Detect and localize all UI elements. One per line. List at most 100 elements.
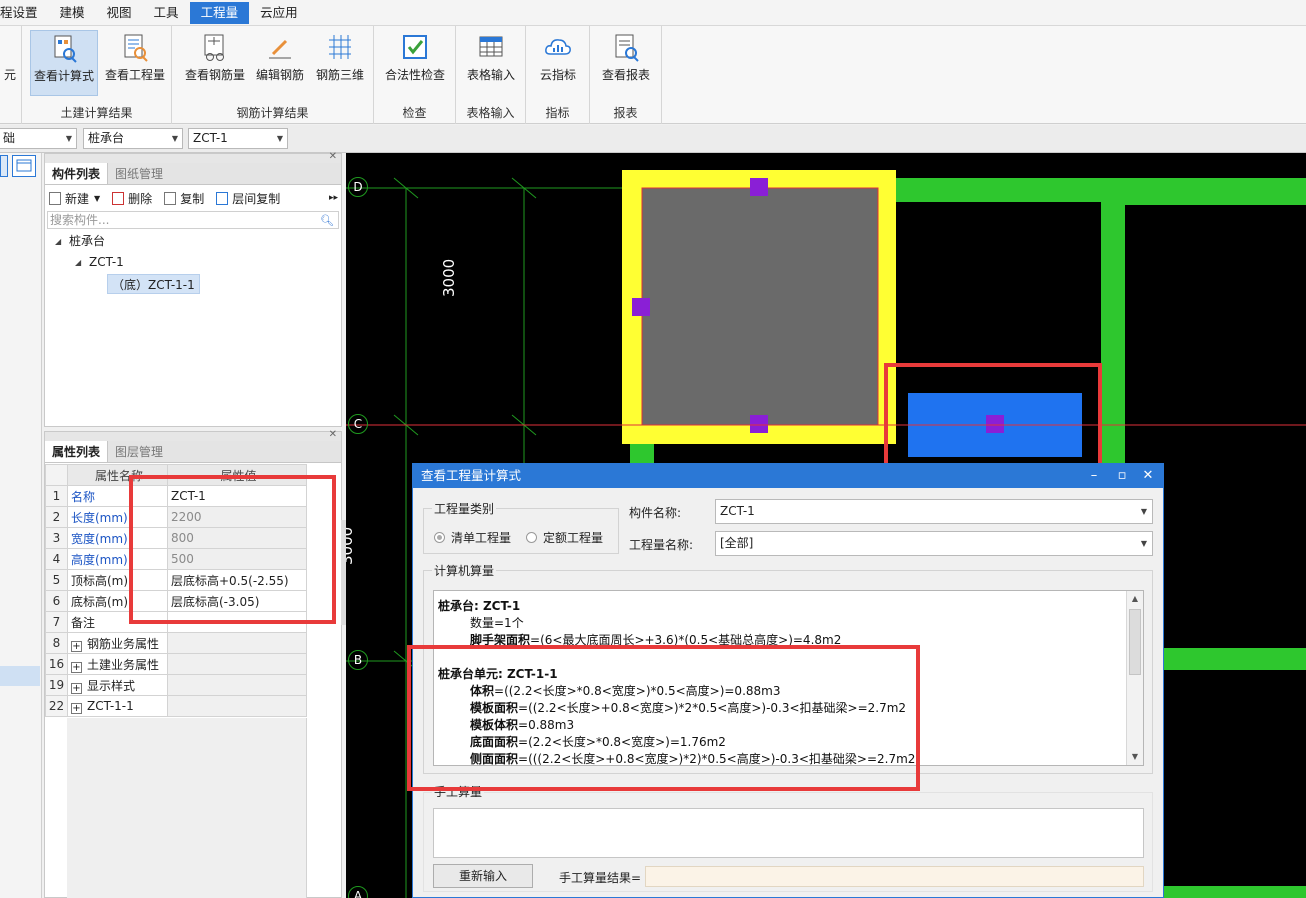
table-icon bbox=[479, 36, 503, 57]
group-label-index: 指标 bbox=[545, 106, 570, 120]
ribbon-group-report: 查看报表 报表 bbox=[590, 26, 662, 124]
rebar-3d-button[interactable]: 钢筋三维 bbox=[312, 30, 368, 96]
floor-copy-button[interactable]: 层间复制 bbox=[216, 190, 280, 207]
minimize-icon[interactable]: – bbox=[1081, 464, 1107, 488]
ribbon-group-table-input: 表格输入 表格输入 bbox=[456, 26, 526, 124]
reenter-button[interactable]: 重新输入 bbox=[433, 864, 533, 888]
scroll-up-icon[interactable]: ▲ bbox=[1127, 591, 1143, 607]
tab-layer-management[interactable]: 图层管理 bbox=[108, 441, 170, 462]
floor-select[interactable]: 础 ▼ bbox=[0, 128, 77, 149]
ribbon-group-rebar-results: 查看钢筋量 编辑钢筋 钢筋三维 钢筋计算结果 bbox=[172, 26, 374, 124]
strip-selected-item[interactable] bbox=[0, 666, 40, 686]
more-icon[interactable]: ▸▸ bbox=[329, 193, 338, 203]
component-select[interactable]: ZCT-1 ▼ bbox=[188, 128, 288, 149]
partial-button[interactable]: 元 bbox=[0, 30, 20, 96]
quantity-name-select[interactable]: [全部] ▼ bbox=[715, 531, 1153, 556]
floor-copy-icon bbox=[216, 191, 229, 205]
table-row[interactable]: 22 + ZCT-1-1 bbox=[45, 695, 307, 717]
expand-icon[interactable]: ◢ bbox=[75, 252, 81, 273]
component-name-select[interactable]: ZCT-1 ▼ bbox=[715, 499, 1153, 524]
tab-drawing-management[interactable]: 图纸管理 bbox=[108, 163, 170, 184]
new-icon bbox=[49, 191, 61, 205]
strip-button[interactable] bbox=[0, 155, 8, 177]
quantity-view-icon bbox=[124, 34, 148, 62]
axis-label-c: C bbox=[348, 414, 368, 434]
table-input-button[interactable]: 表格输入 bbox=[462, 30, 520, 96]
cloud-icon bbox=[545, 39, 571, 55]
edit-rebar-button[interactable]: 编辑钢筋 bbox=[252, 30, 308, 96]
partial-icon bbox=[3, 32, 17, 62]
menu-bar: 程设置 建模 视图 工具 工程量 云应用 bbox=[0, 0, 1306, 26]
table-row[interactable]: 19 + 显示样式 bbox=[45, 674, 307, 696]
view-report-button[interactable]: 查看报表 bbox=[596, 30, 656, 96]
tree-item-pile-cap[interactable]: ◢ 桩承台 bbox=[45, 231, 341, 252]
menu-modeling[interactable]: 建模 bbox=[49, 2, 96, 24]
cloud-index-button[interactable]: 云指标 bbox=[532, 30, 584, 96]
table-row[interactable]: 16 + 土建业务属性 bbox=[45, 653, 307, 675]
new-button[interactable]: 新建 ▼ bbox=[49, 190, 100, 207]
table-row[interactable]: 8 + 钢筋业务属性 bbox=[45, 632, 307, 654]
radio-norm-quantity[interactable]: 定额工程量 bbox=[526, 529, 603, 546]
radio-icon bbox=[434, 532, 445, 543]
tree-item-zct-1[interactable]: ◢ ZCT-1 bbox=[45, 252, 341, 273]
view-formula-button[interactable]: 查看计算式 bbox=[30, 30, 98, 96]
grip-point bbox=[750, 178, 768, 196]
menu-project-settings[interactable]: 程设置 bbox=[0, 2, 49, 24]
menu-tools[interactable]: 工具 bbox=[143, 2, 190, 24]
grip-point bbox=[632, 298, 650, 316]
annotation-highlight-calc bbox=[407, 645, 920, 791]
expand-plus-icon[interactable]: + bbox=[71, 640, 82, 652]
tab-property-list[interactable]: 属性列表 bbox=[45, 441, 109, 462]
manual-calc-input[interactable] bbox=[433, 808, 1144, 858]
component-search-input[interactable]: 搜索构件... 🔍︎ bbox=[47, 211, 339, 229]
tree-item-zct-1-1[interactable]: （底）ZCT-1-1 bbox=[45, 273, 341, 294]
grip-point bbox=[750, 415, 768, 433]
maximize-icon[interactable]: ▫ bbox=[1109, 464, 1135, 488]
type-select[interactable]: 桩承台 ▼ bbox=[83, 128, 183, 149]
chevron-down-icon: ▼ bbox=[1140, 539, 1147, 548]
component-name-label: 构件名称: bbox=[629, 506, 682, 520]
copy-button[interactable]: 复制 bbox=[164, 190, 204, 207]
manual-result-field bbox=[645, 866, 1144, 887]
menu-quantity[interactable]: 工程量 bbox=[189, 1, 250, 24]
component-tree: ◢ 桩承台 ◢ ZCT-1 （底）ZCT-1-1 bbox=[45, 231, 341, 294]
panel-icon bbox=[16, 159, 32, 172]
chevron-down-icon: ▼ bbox=[276, 134, 283, 143]
radio-bill-quantity[interactable]: 清单工程量 bbox=[434, 529, 511, 546]
beam-right-a bbox=[1164, 886, 1306, 898]
vertical-scrollbar[interactable]: ▲ ▼ bbox=[1126, 591, 1143, 765]
calc-line: 数量=1个 bbox=[470, 616, 524, 630]
close-icon[interactable]: ✕ bbox=[329, 151, 337, 162]
menu-view[interactable]: 视图 bbox=[96, 2, 143, 24]
manual-result-label: 手工算量结果= bbox=[559, 871, 642, 885]
chevron-down-icon: ▼ bbox=[65, 134, 72, 143]
view-rebar-button[interactable]: 查看钢筋量 bbox=[184, 30, 246, 96]
close-icon[interactable]: ✕ bbox=[1135, 464, 1161, 488]
close-icon[interactable]: ✕ bbox=[329, 429, 337, 440]
ribbon-group-index: 云指标 指标 bbox=[526, 26, 590, 124]
tab-component-list[interactable]: 构件列表 bbox=[45, 163, 109, 184]
beam-top bbox=[892, 178, 1306, 202]
validity-check-button[interactable]: 合法性检查 bbox=[382, 30, 448, 96]
scroll-down-icon[interactable]: ▼ bbox=[1127, 749, 1143, 765]
rebar-3d-icon bbox=[329, 35, 351, 59]
ribbon: 元 查看计算式 查看工程量 土建计算结果 查看钢筋量 编辑钢筋 钢筋三维 钢筋计… bbox=[0, 26, 1306, 124]
calc-line: 桩承台: ZCT-1 bbox=[438, 599, 521, 613]
menu-cloud-apps[interactable]: 云应用 bbox=[249, 2, 309, 24]
dimension-text-top: 3000 bbox=[440, 258, 458, 297]
chevron-down-icon: ▼ bbox=[1140, 507, 1147, 516]
view-quantity-button[interactable]: 查看工程量 bbox=[102, 30, 168, 96]
group-label-civil: 土建计算结果 bbox=[60, 106, 133, 120]
expand-plus-icon[interactable]: + bbox=[71, 661, 82, 673]
group-label-report: 报表 bbox=[613, 106, 638, 120]
check-icon bbox=[403, 35, 427, 59]
strip-panel-button[interactable] bbox=[12, 155, 36, 177]
beam-right-b bbox=[1164, 648, 1306, 670]
expand-icon[interactable]: ◢ bbox=[55, 231, 61, 252]
pile-cap-inner bbox=[641, 187, 879, 426]
scroll-thumb[interactable] bbox=[1129, 609, 1141, 675]
expand-plus-icon[interactable]: + bbox=[71, 702, 82, 714]
quantity-name-label: 工程量名称: bbox=[629, 538, 694, 552]
expand-plus-icon[interactable]: + bbox=[71, 682, 82, 694]
delete-button[interactable]: 删除 bbox=[112, 190, 152, 207]
